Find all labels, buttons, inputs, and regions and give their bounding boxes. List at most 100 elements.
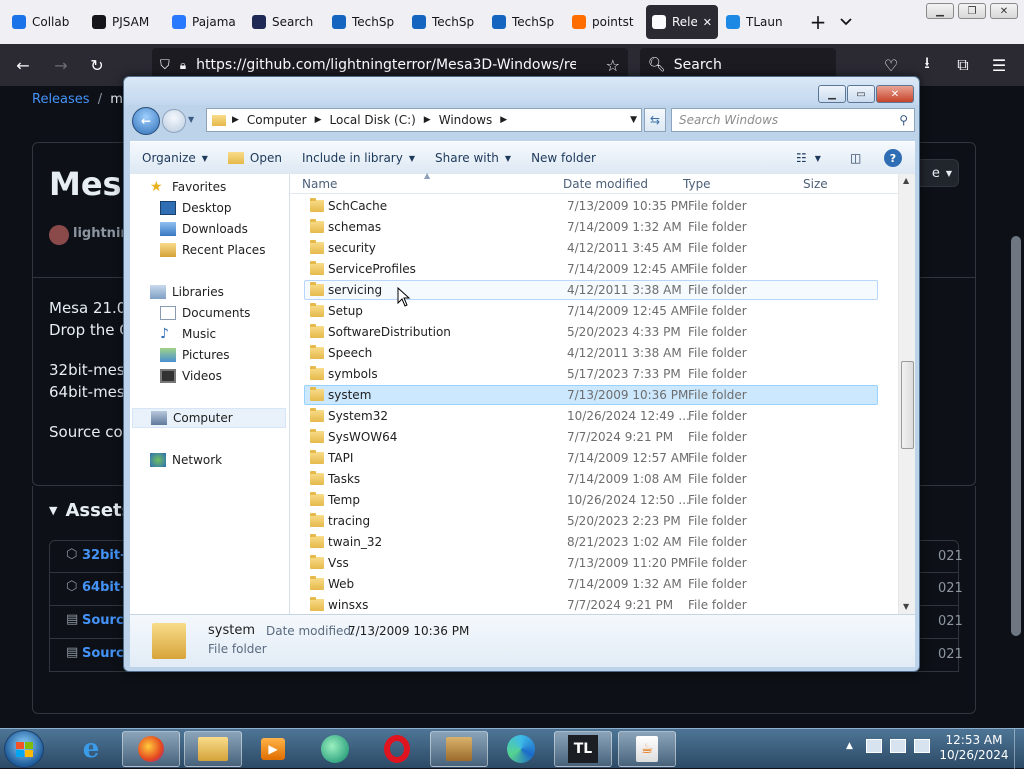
list-all-tabs-button[interactable]	[832, 8, 860, 36]
file-row[interactable]: servicing 4/12/2011 3:38 AM File folder	[304, 280, 878, 300]
show-hidden-icons-button[interactable]: ▲	[846, 741, 853, 751]
scroll-up-icon[interactable]: ▲	[903, 176, 909, 185]
file-row[interactable]: tracing 5/20/2023 2:23 PM File folder	[304, 511, 878, 531]
column-name[interactable]: Name	[302, 177, 337, 191]
file-row[interactable]: SchCache 7/13/2009 10:35 PM File folder	[304, 196, 878, 216]
file-row[interactable]: system 7/13/2009 10:36 PM File folder	[304, 385, 878, 405]
browser-tab[interactable]: TechSp	[406, 4, 484, 40]
file-row[interactable]: winsxs 7/7/2024 9:21 PM File folder	[304, 595, 878, 615]
breadcrumb-chevron-icon[interactable]: ▶	[424, 115, 431, 125]
reload-button[interactable]: ↻	[80, 50, 114, 80]
java-icon[interactable]: ☕︎	[618, 731, 676, 767]
package-installer-icon[interactable]	[430, 731, 488, 767]
file-row[interactable]: Speech 4/12/2011 3:38 AM File folder	[304, 343, 878, 363]
close-button[interactable]: ✕	[876, 85, 914, 103]
media-player-icon[interactable]: ▶	[244, 731, 302, 767]
edge-icon[interactable]	[492, 731, 550, 767]
extensions-icon[interactable]: ⧉	[946, 50, 980, 80]
breadcrumb-releases-link[interactable]: Releases	[32, 92, 90, 107]
opera-icon[interactable]	[368, 731, 426, 767]
browser-tab[interactable]: Search	[246, 4, 324, 40]
assets-heading[interactable]: ▼ Assets	[49, 500, 132, 521]
file-row[interactable]: Temp 10/26/2024 12:50 ... File folder	[304, 490, 878, 510]
nav-desktop[interactable]: Desktop	[160, 198, 232, 218]
column-type[interactable]: Type	[683, 177, 711, 191]
nav-videos[interactable]: Videos	[160, 366, 222, 386]
breadcrumb-chevron-icon[interactable]: ▶	[315, 115, 322, 125]
forward-button[interactable]: →	[44, 50, 78, 80]
back-button[interactable]: ←	[132, 107, 160, 135]
help-icon[interactable]: ?	[884, 149, 902, 167]
file-row[interactable]: Setup 7/14/2009 12:45 AM File folder	[304, 301, 878, 321]
file-row[interactable]: Web 7/14/2009 1:32 AM File folder	[304, 574, 878, 594]
nav-favorites[interactable]: ★ Favorites	[150, 177, 226, 197]
browser-tab[interactable]: Collab	[6, 4, 84, 40]
nav-downloads[interactable]: Downloads	[160, 219, 248, 239]
volume-icon[interactable]	[914, 739, 930, 753]
file-row[interactable]: TAPI 7/14/2009 12:57 AM File folder	[304, 448, 878, 468]
file-row[interactable]: Tasks 7/14/2009 1:08 AM File folder	[304, 469, 878, 489]
asset-link[interactable]: 32bit-	[82, 548, 125, 563]
browser-tab[interactable]: Rele ✕	[646, 5, 718, 39]
column-size[interactable]: Size	[803, 177, 828, 191]
shield-icon[interactable]: ⛉	[160, 58, 170, 73]
column-date-modified[interactable]: Date modified	[563, 177, 648, 191]
recent-pages-dropdown[interactable]: ▼	[188, 115, 194, 124]
nav-music[interactable]: ♪ Music	[160, 324, 216, 344]
share-with-button[interactable]: Share with ▼	[425, 142, 521, 174]
explorer-titlebar[interactable]: ▁ ▭ ✕	[124, 77, 919, 105]
action-center-icon[interactable]	[866, 739, 882, 753]
breadcrumb-chevron-icon[interactable]: ▶	[500, 115, 507, 125]
firefox-icon[interactable]	[122, 731, 180, 767]
minimize-button[interactable]: ▁	[818, 85, 846, 103]
file-row[interactable]: Vss 7/13/2009 11:20 PM File folder	[304, 553, 878, 573]
file-list-scrollbar[interactable]: ▲ ▼	[898, 174, 915, 614]
file-row[interactable]: SoftwareDistribution 5/20/2023 4:33 PM Fil…	[304, 322, 878, 342]
file-row[interactable]: security 4/12/2011 3:45 AM File folder	[304, 238, 878, 258]
search-input[interactable]: Search Windows ⚲	[671, 108, 915, 132]
nav-recent-places[interactable]: Recent Places	[160, 240, 265, 260]
file-row[interactable]: ServiceProfiles 7/14/2009 12:45 AM File fo…	[304, 259, 878, 279]
breadcrumb-local-disk[interactable]: Local Disk (C:)	[330, 113, 416, 127]
scroll-down-icon[interactable]: ▼	[903, 602, 909, 611]
new-tab-button[interactable]: +	[804, 8, 832, 36]
page-scrollbar[interactable]	[1008, 86, 1024, 728]
include-in-library-button[interactable]: Include in library ▼	[292, 142, 425, 174]
nav-libraries[interactable]: Libraries	[150, 282, 224, 302]
back-button[interactable]: ←	[6, 50, 40, 80]
file-row[interactable]: System32 10/26/2024 12:49 ... File folder	[304, 406, 878, 426]
breadcrumb-computer[interactable]: Computer	[247, 113, 307, 127]
address-dropdown-icon[interactable]: ▼	[630, 115, 637, 125]
forward-button[interactable]	[162, 109, 186, 133]
browser-tab[interactable]: Pajama	[166, 4, 244, 40]
asset-link[interactable]: 64bit-	[82, 580, 125, 595]
scrollbar-thumb[interactable]	[1011, 236, 1021, 636]
organize-button[interactable]: Organize ▼	[130, 142, 218, 174]
search-icon[interactable]: ⚲	[899, 113, 908, 127]
show-desktop-button[interactable]	[1014, 729, 1024, 769]
clock[interactable]: 12:53 AM 10/26/2024	[938, 733, 1010, 763]
browser-tab[interactable]: TechSp	[486, 4, 564, 40]
browser-tab[interactable]: pointst	[566, 4, 644, 40]
author-link[interactable]: lightnin	[73, 226, 130, 241]
file-row[interactable]: twain_32 8/21/2023 1:02 AM File folder	[304, 532, 878, 552]
address-bar[interactable]: ▶ Computer ▶ Local Disk (C:) ▶ Windows ▶…	[206, 108, 642, 132]
maximize-button[interactable]: ▭	[847, 85, 875, 103]
nav-documents[interactable]: Documents	[160, 303, 250, 323]
network-status-icon[interactable]	[890, 739, 906, 753]
file-row[interactable]: symbols 5/17/2023 7:33 PM File folder	[304, 364, 878, 384]
nav-network[interactable]: Network	[150, 450, 222, 470]
file-row[interactable]: schemas 7/14/2009 1:32 AM File folder	[304, 217, 878, 237]
nav-pictures[interactable]: Pictures	[160, 345, 230, 365]
nav-computer[interactable]: Computer	[132, 408, 286, 428]
restore-browser-button[interactable]: ❐	[958, 3, 986, 19]
bookmark-star-icon[interactable]: ☆	[606, 56, 620, 75]
avatar[interactable]	[49, 225, 69, 245]
preview-pane-button[interactable]: ◫	[840, 142, 871, 174]
breadcrumb-chevron-icon[interactable]: ▶	[232, 115, 239, 125]
refresh-icon[interactable]: ⇆	[644, 108, 666, 132]
minimize-browser-button[interactable]: ▁	[926, 3, 954, 19]
browser-globe-icon[interactable]	[306, 731, 364, 767]
close-tab-icon[interactable]: ✕	[703, 16, 712, 29]
tl-launcher-icon[interactable]: TL	[554, 731, 612, 767]
